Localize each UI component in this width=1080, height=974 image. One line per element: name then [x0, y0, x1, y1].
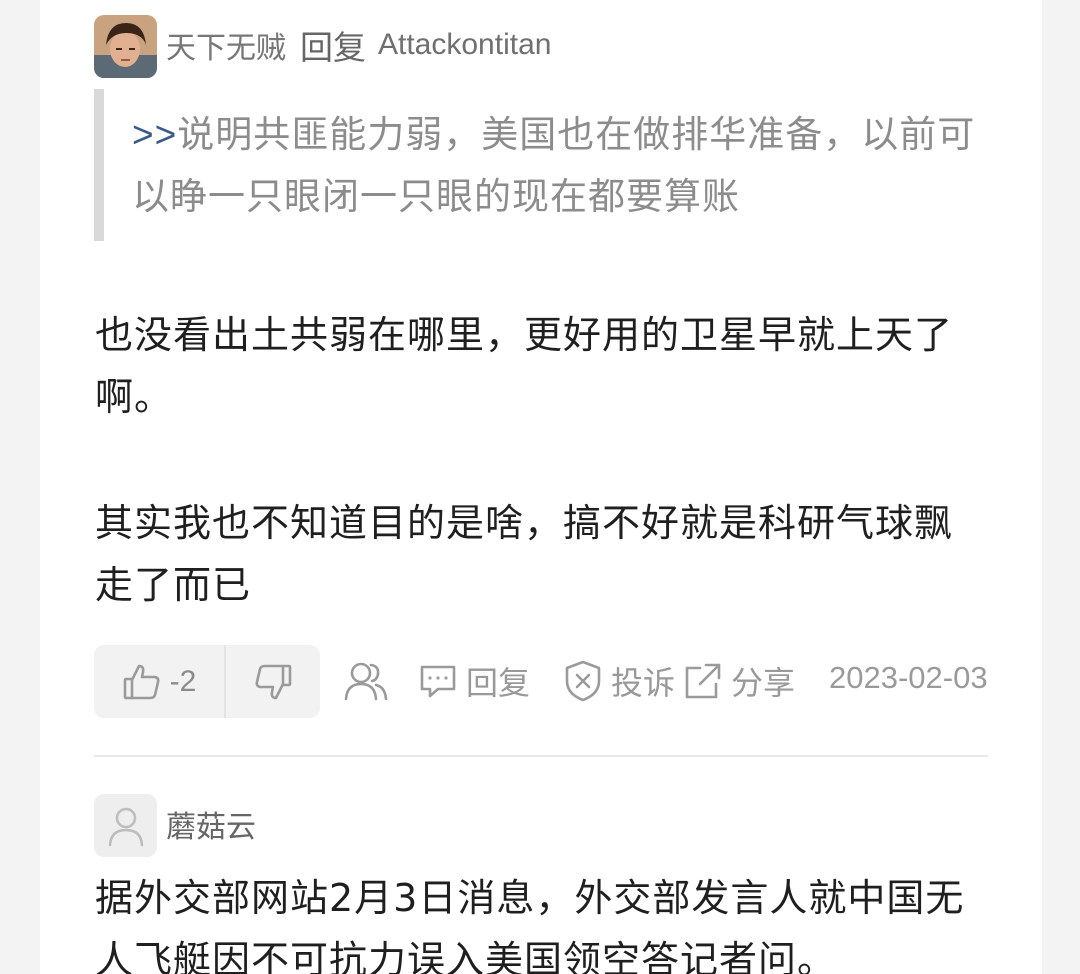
shield-x-icon — [563, 659, 603, 703]
downvote-button[interactable] — [226, 645, 320, 718]
report-label: 投诉 — [611, 664, 676, 702]
user-silhouette-icon — [106, 805, 146, 847]
vote-box: -2 — [94, 645, 320, 718]
comment-timestamp: 2023-02-03 — [829, 660, 988, 695]
thumbs-down-icon — [253, 662, 293, 702]
comment-paragraph: 也没看出土共弱在哪里，更好用的卫星早就上天了啊。 — [95, 313, 954, 419]
thumbs-up-icon — [122, 662, 162, 702]
reply-button[interactable]: 回复 — [418, 653, 530, 709]
vote-count: -2 — [169, 664, 197, 698]
comment-paragraph: 据外交部网站2月3日消息，外交部发言人就中国无人飞艇因不可抗力误入美国领空答记者… — [95, 876, 965, 974]
chat-bubble-icon — [418, 661, 458, 701]
user-avatar[interactable] — [94, 15, 157, 78]
user-avatar[interactable] — [94, 794, 157, 857]
quote-content: 说明共匪能力弱，美国也在做排华准备，以前可以睁一只眼闭一只眼的现在都要算账 — [132, 113, 976, 218]
comment-header: 天下无贼 回复 Attackontitan — [166, 22, 551, 68]
quoted-text: >>说明共匪能力弱，美国也在做排华准备，以前可以睁一只眼闭一只眼的现在都要算账 — [132, 104, 982, 228]
share-button[interactable]: 分享 — [683, 653, 795, 709]
username[interactable]: 蘑菇云 — [166, 802, 256, 846]
users-icon — [343, 660, 389, 702]
report-button[interactable]: 投诉 — [563, 653, 675, 709]
reply-label: 回复 — [466, 664, 531, 702]
external-share-icon — [683, 661, 723, 701]
comment-paragraph: 其实我也不知道目的是啥，搞不好就是科研气球飘走了而已 — [95, 501, 954, 607]
reply-target-username[interactable]: Attackontitan — [378, 28, 551, 62]
quote-bar — [94, 89, 104, 241]
quote-marker: >> — [132, 114, 178, 155]
reply-indicator: 回复 — [300, 28, 366, 67]
users-button[interactable] — [343, 653, 389, 709]
comment-thread: 天下无贼 回复 Attackontitan >>说明共匪能力弱，美国也在做排华准… — [40, 0, 1042, 974]
username[interactable]: 天下无贼 — [166, 23, 286, 67]
upvote-button[interactable]: -2 — [94, 645, 226, 718]
comment-divider — [94, 755, 988, 757]
share-label: 分享 — [731, 664, 796, 702]
